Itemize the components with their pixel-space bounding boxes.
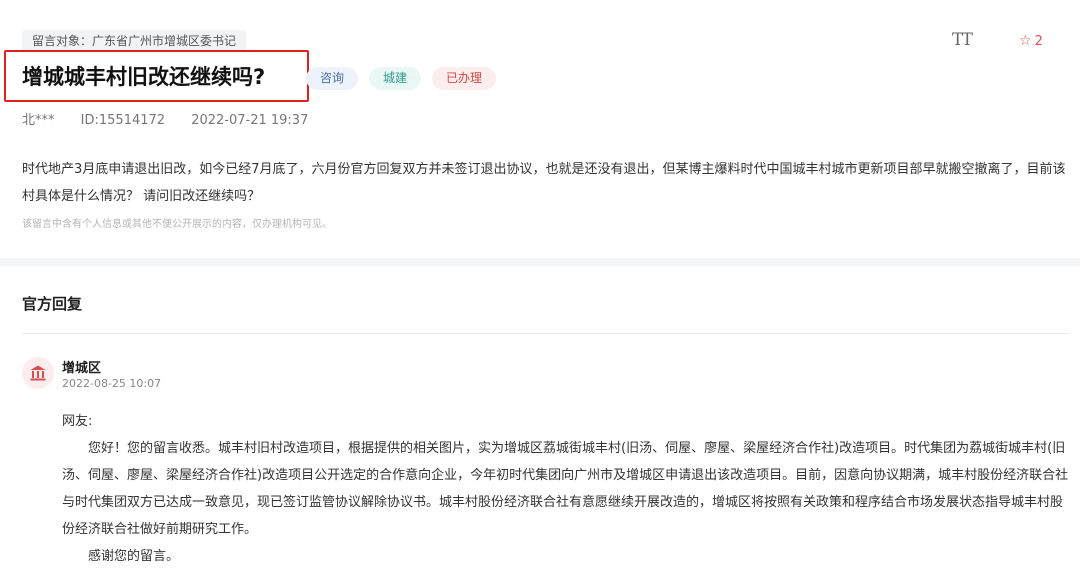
message-card: 留言对象：广东省广州市增城区委书记 增城城丰村旧改还继续吗? 咨询 城建 已办理… xyxy=(0,0,1080,258)
privacy-notice: 该留言中含有个人信息或其他不便公开展示的内容，仅办理机构可见。 xyxy=(22,219,332,230)
section-divider xyxy=(0,258,1080,266)
tag-consult[interactable]: 咨询 xyxy=(306,67,359,90)
reply-body-text: 您好！您的留言收悉。城丰村旧村改造项目，根据提供的相关图片，实为增城区荔城街城丰… xyxy=(62,441,1069,537)
reply-datetime: 2022-08-25 10:07 xyxy=(62,377,162,390)
status-badge: 已办理 xyxy=(432,67,497,90)
official-reply-heading: 官方回复 xyxy=(22,295,83,313)
favorite-count: 2 xyxy=(1034,34,1043,49)
government-building-icon xyxy=(22,357,54,389)
page-title: 增城城丰村旧改还继续吗? xyxy=(22,65,266,89)
reply-greeting: 网友: xyxy=(62,414,93,429)
message-id: ID:15514172 xyxy=(80,113,166,128)
tag-list: 咨询 城建 已办理 xyxy=(306,67,497,90)
divider xyxy=(22,333,1070,334)
favorite-button[interactable]: ☆ 2 xyxy=(1019,33,1043,49)
reply-closing: 感谢您的留言。 xyxy=(88,549,180,564)
message-content: 时代地产3月底申请退出旧改，如今已经7月底了，六月份官方回复双方并未签订退出协议… xyxy=(22,162,1066,204)
message-datetime: 2022-07-21 19:37 xyxy=(191,113,309,128)
tag-urban-construction[interactable]: 城建 xyxy=(369,67,422,90)
message-target-tag: 留言对象：广东省广州市增城区委书记 xyxy=(22,30,247,52)
star-icon: ☆ xyxy=(1019,33,1032,49)
reply-org-name: 增城区 xyxy=(62,361,102,376)
author-name: 北*** xyxy=(22,113,55,128)
font-size-icon[interactable]: TT xyxy=(952,30,973,50)
reply-content: 网友: 您好！您的留言收悉。城丰村旧村改造项目，根据提供的相关图片，实为增城区荔… xyxy=(62,408,1072,570)
message-meta: 北*** ID:15514172 2022-07-21 19:37 xyxy=(22,109,330,128)
